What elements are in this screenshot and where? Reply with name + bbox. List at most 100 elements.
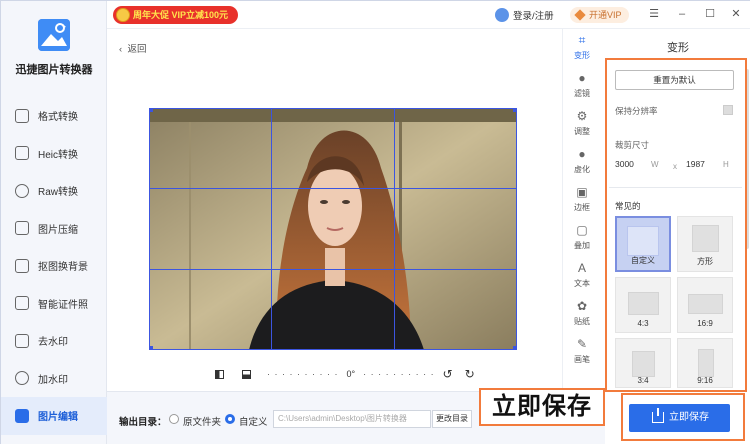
sidebar-item-label: 智能证件照: [38, 299, 88, 311]
back-button[interactable]: ‹ 返回: [119, 41, 146, 55]
login-button[interactable]: 登录/注册: [495, 7, 554, 23]
sidebar-item-label: 图片编辑: [38, 412, 78, 424]
login-label: 登录/注册: [513, 11, 554, 22]
overlay-icon: ▢: [576, 223, 588, 237]
original-folder-label: 原文件夹: [183, 417, 222, 428]
app-logo: [38, 19, 70, 51]
sidebar-item-label: 抠图换背景: [38, 262, 88, 274]
diamond-icon: [574, 9, 586, 21]
filter-icon: ●: [578, 71, 586, 85]
output-dir-label: 输出目录：: [119, 417, 167, 428]
flip-horizontal-icon[interactable]: [215, 369, 224, 379]
blur-icon: ●: [578, 147, 586, 161]
panel-title: 变形: [667, 42, 689, 54]
back-label: 返回: [127, 44, 147, 55]
custom-folder-label: 自定义: [239, 417, 268, 428]
tool-sticker[interactable]: ✿ 贴纸: [563, 297, 601, 335]
rotation-slider-right[interactable]: · · · · · · · · · ·: [363, 369, 434, 379]
tool-overlay[interactable]: ▢ 叠加: [563, 221, 601, 259]
top-bar: 周年大促 VIP立减100元 登录/注册 开通VIP ☰ – ☐ ✕: [107, 1, 750, 29]
transform-toolbar: · · · · · · · · · · 0° · · · · · · · · ·…: [215, 367, 475, 381]
rotate-right-icon[interactable]: ↻: [465, 367, 475, 381]
download-icon: [652, 408, 664, 423]
sidebar-item-heic[interactable]: Heic转换: [1, 135, 107, 173]
tool-transform[interactable]: ⌗ 变形: [563, 31, 601, 69]
rotation-slider-left[interactable]: · · · · · · · · · ·: [267, 369, 338, 379]
tool-label: 贴纸: [574, 317, 590, 326]
text-icon: A: [577, 261, 586, 275]
crop-border: [149, 108, 150, 350]
change-dir-button[interactable]: 更改目录: [432, 410, 472, 428]
avatar-icon: [495, 8, 509, 22]
brush-icon: ✎: [576, 337, 588, 351]
tool-text[interactable]: A 文本: [563, 259, 601, 297]
compress-icon: [15, 221, 29, 236]
save-label: 立即保存: [669, 412, 709, 423]
sidebar-item-label: Raw转换: [38, 187, 79, 199]
cutout-icon: [15, 258, 29, 273]
sidebar-item-format-convert[interactable]: 格式转换: [1, 97, 107, 135]
crop-border: [149, 108, 517, 109]
raw-icon: [15, 183, 29, 198]
tool-adjust[interactable]: ⚙ 调整: [563, 107, 601, 145]
tool-blur[interactable]: ● 虚化: [563, 145, 601, 183]
tool-label: 边框: [574, 203, 590, 212]
crop-border: [516, 108, 517, 350]
tool-label: 滤镜: [574, 89, 590, 98]
border-icon: ▣: [576, 185, 588, 199]
tool-strip: ⌗ 变形 ● 滤镜 ⚙ 调整 ● 虚化 ▣ 边框 ▢ 叠加 A 文本 ✿ 贴纸: [562, 29, 600, 391]
menu-icon[interactable]: ☰: [647, 7, 661, 21]
sidebar-item-label: 去水印: [38, 337, 68, 349]
crop-handle[interactable]: [149, 108, 153, 112]
maximize-icon[interactable]: ☐: [703, 7, 717, 21]
app-name: 迅捷图片转换器: [15, 64, 93, 76]
sidebar-item-remove-watermark[interactable]: 去水印: [1, 322, 107, 360]
save-callout-label: 立即保存: [479, 388, 605, 426]
crop-handle[interactable]: [149, 346, 153, 350]
sidebar-item-cutout[interactable]: 抠图换背景: [1, 247, 107, 285]
sidebar-item-id-photo[interactable]: 智能证件照: [1, 285, 107, 323]
promo-banner[interactable]: 周年大促 VIP立减100元: [113, 6, 239, 24]
tool-label: 文本: [574, 279, 590, 288]
tool-label: 虚化: [574, 165, 590, 174]
minimize-icon[interactable]: –: [675, 7, 689, 21]
flip-vertical-icon[interactable]: [242, 369, 251, 379]
heic-icon: [15, 146, 29, 161]
promo-text: 周年大促 VIP立减100元: [133, 10, 229, 20]
radio-custom-folder[interactable]: [225, 414, 235, 424]
crop-handle[interactable]: [513, 108, 517, 112]
sidebar-item-label: 格式转换: [38, 112, 78, 124]
adjust-icon: ⚙: [576, 109, 588, 123]
tool-label: 变形: [574, 51, 590, 60]
add-watermark-icon: [15, 371, 29, 386]
output-path-field[interactable]: C:\Users\admin\Desktop\图片转换器: [273, 410, 431, 428]
remove-watermark-icon: [15, 333, 29, 348]
tool-filter[interactable]: ● 滤镜: [563, 69, 601, 107]
panel-highlight-frame: [605, 58, 747, 392]
sidebar: 迅捷图片转换器 格式转换 Heic转换 Raw转换 图片压缩 抠图换背景 智能证…: [1, 1, 107, 444]
save-now-button[interactable]: 立即保存: [629, 404, 730, 432]
sidebar-item-image-edit[interactable]: 图片编辑: [1, 397, 107, 435]
sidebar-item-add-watermark[interactable]: 加水印: [1, 360, 107, 398]
sidebar-item-compress[interactable]: 图片压缩: [1, 210, 107, 248]
id-photo-icon: [15, 296, 29, 311]
sidebar-item-label: 加水印: [38, 374, 68, 386]
crop-grid-line: [149, 188, 517, 189]
radio-original-folder[interactable]: [169, 414, 179, 424]
coin-icon: [116, 8, 130, 22]
image-canvas[interactable]: [149, 108, 517, 350]
tool-label: 画笔: [574, 355, 590, 364]
tool-brush[interactable]: ✎ 画笔: [563, 335, 601, 373]
rotate-left-icon[interactable]: ↺: [443, 367, 453, 381]
sidebar-item-label: 图片压缩: [38, 224, 78, 236]
rotation-value: 0°: [346, 369, 356, 379]
crop-handle[interactable]: [513, 346, 517, 350]
tool-label: 叠加: [574, 241, 590, 250]
crop-grid-line: [394, 108, 395, 350]
sidebar-item-raw[interactable]: Raw转换: [1, 172, 107, 210]
close-icon[interactable]: ✕: [729, 7, 743, 21]
edit-icon: [15, 408, 29, 423]
sidebar-item-label: Heic转换: [38, 149, 79, 161]
tool-border[interactable]: ▣ 边框: [563, 183, 601, 221]
vip-button[interactable]: 开通VIP: [570, 7, 629, 23]
